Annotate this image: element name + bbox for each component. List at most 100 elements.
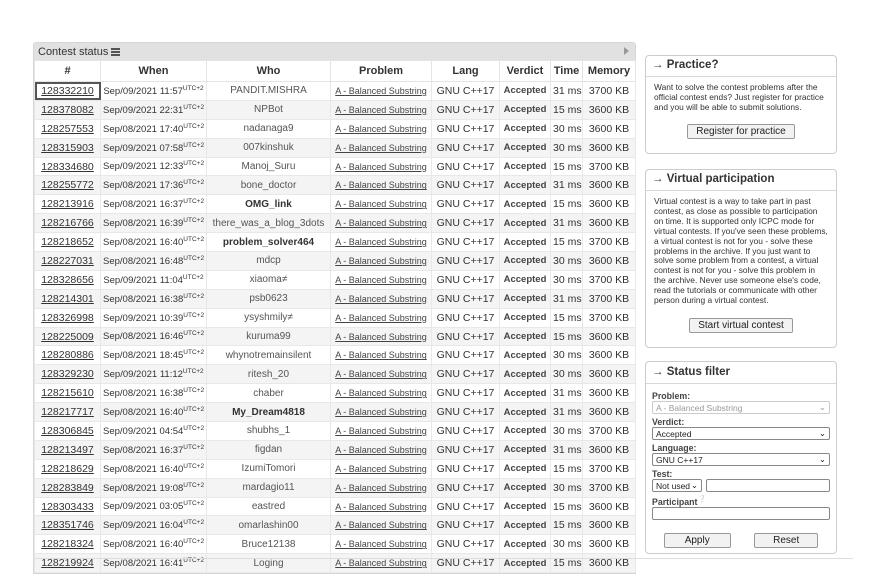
user-link[interactable]: whynotremainsilent [226,350,312,361]
user-link[interactable]: there_was_a_blog_3dots [213,218,325,229]
user-link[interactable]: My_Dream4818 [232,407,305,418]
user-link[interactable]: psb0623 [249,293,287,304]
submission-id-link[interactable]: 128351746 [41,519,94,531]
submission-id-link[interactable]: 128332210 [41,85,94,97]
submission-id-link[interactable]: 128303433 [41,501,94,513]
problem-link[interactable]: A - Balanced Substring [335,143,427,153]
help-icon[interactable]: ❔ [697,496,706,503]
submission-id-link[interactable]: 128227031 [41,255,94,267]
user-link[interactable]: IzumiTomori [242,463,296,474]
problem-link[interactable]: A - Balanced Substring [335,86,427,96]
problem-link[interactable]: A - Balanced Substring [335,426,427,436]
apply-filter-button[interactable]: Apply [663,532,731,548]
problem-link[interactable]: A - Balanced Substring [335,256,427,266]
problem-link[interactable]: A - Balanced Substring [335,313,427,323]
collapse-arrow-icon[interactable] [624,47,629,55]
user-link[interactable]: Loging [253,558,283,569]
problem-link[interactable]: A - Balanced Substring [335,105,427,115]
user-link[interactable]: Manoj_Suru [242,161,296,172]
submission-id-link[interactable]: 128213916 [41,198,94,210]
submission-id-link[interactable]: 128218652 [41,236,94,248]
problem-link[interactable]: A - Balanced Substring [335,275,427,285]
submission-id-link[interactable]: 128283849 [41,482,94,494]
user-link[interactable]: mardagio11 [242,482,294,493]
problem-link[interactable]: A - Balanced Substring [335,445,427,455]
user-link[interactable]: ritesh_20 [248,369,289,380]
user-link[interactable]: omarlashin00 [238,520,298,531]
col-header-problem[interactable]: Problem [330,60,432,82]
col-header-when[interactable]: When [100,60,207,82]
user-link[interactable]: ysyshmily≠ [244,312,293,323]
problem-filter-select[interactable]: A - Balanced Substring ⌄ [652,401,830,414]
user-link[interactable]: bone_doctor [241,180,297,191]
user-link[interactable]: PANDIT.MISHRA [230,85,307,96]
problem-link[interactable]: A - Balanced Substring [335,464,427,474]
problem-link[interactable]: A - Balanced Substring [335,199,427,209]
problem-link[interactable]: A - Balanced Substring [335,388,427,398]
submission-id-link[interactable]: 128215610 [41,387,94,399]
submission-id-link[interactable]: 128328656 [41,274,94,286]
verdict-filter-select[interactable]: Accepted ⌄ [652,427,830,440]
user-link[interactable]: chaber [253,388,284,399]
submission-id-link[interactable]: 128306845 [41,425,94,437]
user-link[interactable]: OMG_link [245,199,292,210]
submission-id-link[interactable]: 128257553 [41,123,94,135]
col-header-who[interactable]: Who [206,60,331,82]
submission-id-link[interactable]: 128378082 [41,104,94,116]
submission-id-link[interactable]: 128214301 [41,293,94,305]
test-filter-select[interactable]: Not used ⌄ [652,479,702,492]
user-link[interactable]: NPBot [254,104,283,115]
problem-link[interactable]: A - Balanced Substring [335,407,427,417]
user-link[interactable]: problem_solver464 [223,237,314,248]
problem-link[interactable]: A - Balanced Substring [335,558,427,568]
user-link[interactable]: figdan [255,444,282,455]
problem-link[interactable]: A - Balanced Substring [335,218,427,228]
user-link[interactable]: eastred [252,501,285,512]
problem-link[interactable]: A - Balanced Substring [335,483,427,493]
submission-id-link[interactable]: 128329230 [41,368,94,380]
submission-id-link[interactable]: 128334680 [41,161,94,173]
submission-id-link[interactable]: 128315903 [41,142,94,154]
register-practice-button[interactable]: Register for practice [687,123,795,139]
language-filter-select[interactable]: GNU C++17 ⌄ [652,453,830,466]
problem-link[interactable]: A - Balanced Substring [335,369,427,379]
user-link[interactable]: Bruce12138 [242,539,296,550]
problem-link[interactable]: A - Balanced Substring [335,180,427,190]
user-link[interactable]: 007kinshuk [243,142,294,153]
submission-id-link[interactable]: 128219924 [41,557,94,569]
col-header-id[interactable]: # [34,60,101,82]
user-link[interactable]: xiaoma≠ [250,274,288,285]
problem-link[interactable]: A - Balanced Substring [335,237,427,247]
submission-id-link[interactable]: 128218324 [41,538,94,550]
problem-link[interactable]: A - Balanced Substring [335,124,427,134]
when-cell: Sep/09/2021 03:05UTC+2 [100,496,207,517]
col-header-memory[interactable]: Memory [582,60,636,82]
user-link[interactable]: kuruma99 [246,331,290,342]
problem-link[interactable]: A - Balanced Substring [335,162,427,172]
user-link[interactable]: shubhs_1 [247,425,290,436]
submission-id-link[interactable]: 128216766 [41,217,94,229]
submission-id-link[interactable]: 128280886 [41,349,94,361]
problem-link[interactable]: A - Balanced Substring [335,520,427,530]
col-header-lang[interactable]: Lang [431,60,500,82]
submission-id-link[interactable]: 128326998 [41,312,94,324]
submission-id-link[interactable]: 128217717 [41,406,94,418]
start-virtual-contest-button[interactable]: Start virtual contest [689,317,793,333]
user-link[interactable]: mdcp [256,255,280,266]
reset-filter-button[interactable]: Reset [754,532,819,548]
col-header-time[interactable]: Time [550,60,583,82]
problem-link[interactable]: A - Balanced Substring [335,350,427,360]
participant-input[interactable] [652,506,830,520]
user-link[interactable]: nadanaga9 [243,123,293,134]
submission-id-link[interactable]: 128218629 [41,463,94,475]
test-number-input[interactable] [706,479,830,492]
problem-link[interactable]: A - Balanced Substring [335,502,427,512]
col-header-verdict[interactable]: Verdict [499,60,551,82]
problem-link[interactable]: A - Balanced Substring [335,294,427,304]
submission-id-link[interactable]: 128255772 [41,179,94,191]
problem-link[interactable]: A - Balanced Substring [335,539,427,549]
submission-id-link[interactable]: 128225009 [41,331,94,343]
submission-id-link[interactable]: 128213497 [41,444,94,456]
who-cell: psb0623 [206,288,331,309]
problem-link[interactable]: A - Balanced Substring [335,332,427,342]
